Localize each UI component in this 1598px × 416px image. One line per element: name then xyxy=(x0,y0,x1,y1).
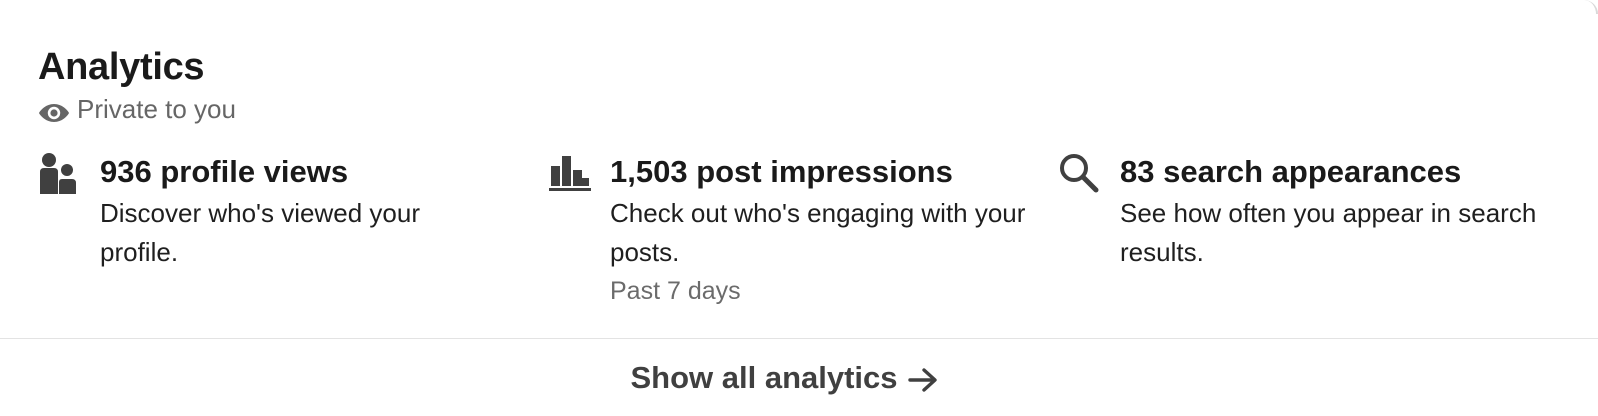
metric-description: Discover who's viewed your profile. xyxy=(100,198,420,267)
card-corner-border xyxy=(1582,0,1598,14)
eye-icon xyxy=(38,98,70,122)
metric-headline[interactable]: 936 profile views xyxy=(100,150,500,194)
metric-headline[interactable]: 1,503 post impressions xyxy=(610,150,1030,194)
show-all-label: Show all analytics xyxy=(630,359,898,395)
metric-text: 83 search appearances See how often you … xyxy=(1120,150,1560,272)
metric-description: See how often you appear in search resul… xyxy=(1120,198,1537,267)
metrics-row: 936 profile views Discover who's viewed … xyxy=(38,150,1568,320)
bar-chart-icon xyxy=(548,152,596,200)
search-icon xyxy=(1058,152,1106,200)
analytics-card: Analytics Private to you 936 profile vie… xyxy=(0,0,1598,416)
show-all-analytics-button[interactable]: Show all analytics xyxy=(630,360,937,396)
analytics-header: Analytics Private to you xyxy=(38,44,236,126)
metric-headline[interactable]: 83 search appearances xyxy=(1120,150,1560,194)
people-icon xyxy=(38,152,86,200)
metric-description: Check out who's engaging with your posts… xyxy=(610,198,1026,267)
metric-text: 936 profile views Discover who's viewed … xyxy=(100,150,500,272)
section-title: Analytics xyxy=(38,46,205,88)
card-footer: Show all analytics xyxy=(0,339,1598,416)
arrow-right-icon xyxy=(907,365,938,392)
metric-text: 1,503 post impressions Check out who's e… xyxy=(610,150,1030,310)
metric-timeframe: Past 7 days xyxy=(610,277,741,305)
privacy-label: Private to you xyxy=(77,94,236,124)
privacy-notice: Private to you xyxy=(38,92,236,126)
